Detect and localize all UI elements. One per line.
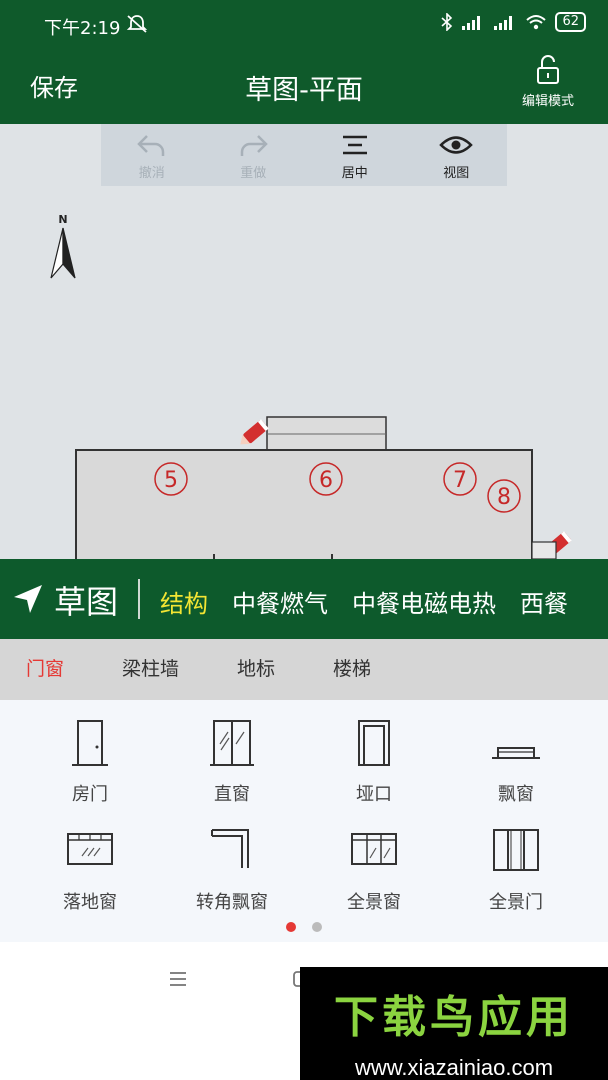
status-time: 下午2:19 (44, 18, 121, 39)
sub-tabs: 门窗 梁柱墙 地标 楼梯 (0, 639, 608, 700)
category-tab-chinese-electric[interactable]: 中餐电磁电热 (352, 584, 496, 619)
drawing-canvas[interactable]: 5 6 7 8 撤消 重做 居中 视图 N (0, 124, 608, 559)
svg-text:N: N (58, 213, 67, 226)
status-bar: 下午2:19 62 (0, 0, 608, 46)
item-label: 全景门 (489, 892, 543, 913)
panoramic-window-icon (351, 833, 397, 865)
redo-label: 重做 (240, 166, 267, 181)
watermark: 下载鸟应用 www.xiazainiao.com (300, 967, 608, 1080)
subtab-stairs[interactable]: 楼梯 (333, 639, 371, 700)
door-icon (72, 720, 108, 766)
page-title: 草图-平面 (245, 75, 363, 106)
mute-icon (126, 15, 148, 33)
panoramic-door-icon (493, 829, 539, 871)
floor-plan[interactable]: 5 6 7 8 (0, 124, 608, 559)
navigation-arrow-icon[interactable] (12, 583, 44, 615)
item-panoramic-door[interactable]: 全景门 (445, 826, 587, 914)
category-divider (138, 579, 140, 619)
item-label: 转角飘窗 (196, 892, 268, 913)
undo-label: 撤消 (138, 166, 165, 181)
pencil-marker-icon[interactable] (236, 419, 269, 449)
edit-mode-label: 编辑模式 (521, 94, 574, 109)
item-bay-window[interactable]: 飘窗 (445, 718, 587, 806)
redo-icon (241, 135, 269, 156)
category-tabs: 结构 中餐燃气 中餐电磁电热 西餐 (160, 584, 568, 619)
item-label: 垭口 (356, 784, 392, 805)
page-dot-1[interactable] (286, 922, 296, 932)
menu-icon[interactable] (168, 970, 188, 988)
watermark-logo: 下载鸟应用 (334, 992, 574, 1043)
view-label: 视图 (443, 166, 470, 181)
signal-icon (494, 16, 513, 30)
floor-window-icon (67, 833, 113, 865)
item-corner-bay-window[interactable]: 转角飘窗 (161, 826, 303, 914)
center-align-icon (342, 135, 367, 155)
bay-window-icon (492, 747, 540, 759)
category-tab-structure[interactable]: 结构 (160, 584, 208, 619)
item-panoramic-window[interactable]: 全景窗 (303, 826, 445, 914)
svg-text:8: 8 (497, 485, 511, 510)
eye-icon (439, 136, 474, 154)
redo-button[interactable]: 重做 (203, 124, 305, 186)
bluetooth-icon (441, 13, 453, 31)
item-label: 落地窗 (63, 892, 117, 913)
item-floor-window[interactable]: 落地窗 (19, 826, 161, 914)
item-straight-window[interactable]: 直窗 (161, 718, 303, 806)
opening-icon (358, 720, 390, 766)
edit-mode-button[interactable]: 编辑模式 (516, 54, 580, 109)
corner-bay-window-icon (211, 829, 249, 868)
status-icons: 62 (441, 12, 586, 32)
signal-icon (462, 16, 481, 30)
item-grid: 房门 直窗 垭口 飘窗 落地窗 转角飘窗 全景窗 全景门 (0, 700, 608, 942)
save-button[interactable]: 保存 (30, 68, 78, 103)
undo-button[interactable]: 撤消 (101, 124, 203, 186)
battery-icon: 62 (555, 12, 586, 32)
subtab-landmarks[interactable]: 地标 (237, 639, 275, 700)
item-door[interactable]: 房门 (19, 718, 161, 806)
item-label: 房门 (72, 784, 108, 805)
item-opening[interactable]: 垭口 (303, 718, 445, 806)
center-label: 居中 (341, 166, 368, 181)
center-button[interactable]: 居中 (304, 124, 406, 186)
view-button[interactable]: 视图 (406, 124, 508, 186)
category-tab-chinese-gas[interactable]: 中餐燃气 (232, 584, 328, 619)
category-tab-western[interactable]: 西餐 (520, 584, 568, 619)
page-indicator (0, 922, 608, 932)
item-label: 全景窗 (347, 892, 401, 913)
svg-text:5: 5 (164, 468, 178, 493)
sketch-label[interactable]: 草图 (54, 577, 118, 623)
wifi-icon (526, 15, 547, 30)
subtab-doors-windows[interactable]: 门窗 (26, 639, 64, 700)
canvas-toolbar: 撤消 重做 居中 视图 (101, 124, 507, 186)
page-dot-2[interactable] (312, 922, 322, 932)
svg-text:6: 6 (319, 468, 333, 493)
item-label: 直窗 (214, 784, 250, 805)
title-bar: 保存 草图-平面 编辑模式 (0, 46, 608, 124)
compass-icon: N (50, 213, 76, 279)
straight-window-icon (210, 720, 254, 766)
category-bar: 草图 结构 中餐燃气 中餐电磁电热 西餐 (0, 559, 608, 639)
watermark-url: www.xiazainiao.com (354, 1055, 554, 1080)
unlock-icon (537, 55, 559, 84)
undo-icon (136, 135, 164, 156)
subtab-beams-columns-walls[interactable]: 梁柱墙 (122, 639, 179, 700)
item-label: 飘窗 (498, 784, 534, 805)
plan-walls (75, 449, 533, 559)
svg-text:7: 7 (453, 468, 467, 493)
